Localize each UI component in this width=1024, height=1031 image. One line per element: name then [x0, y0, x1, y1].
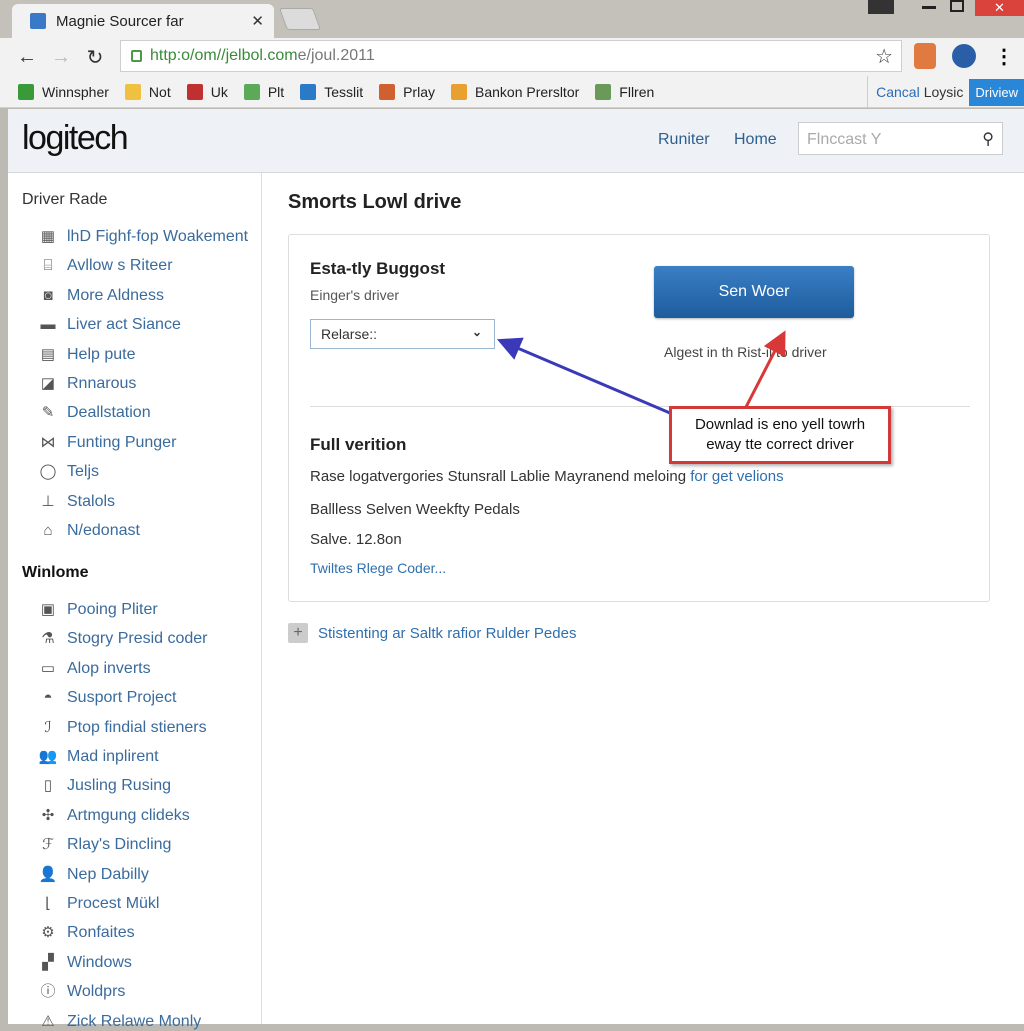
- sidebar-item[interactable]: 👤 Nep Dabilly: [38, 866, 149, 884]
- url-text: http:o/om//jelbol.com: [150, 47, 298, 64]
- sidebar-item-icon: ⓘ: [40, 983, 56, 1001]
- sidebar-item-icon: 👥: [38, 748, 58, 765]
- bookmark-icon: [186, 83, 203, 100]
- sidebar-item-icon: ℐ: [44, 718, 52, 736]
- bookmark-icon: [243, 83, 260, 100]
- bookmark-icon: [595, 83, 612, 100]
- bookmarks-bar: Winnspher Not Uk Plt Tesslit Prlay Bankon Prer…: [0, 76, 1024, 108]
- address-bar[interactable]: http:o/om//jelbol.com e/joul.2011 ☆: [120, 40, 902, 72]
- bookmark-item[interactable]: Winnspher: [18, 83, 109, 100]
- bookmark-item[interactable]: Fllren: [595, 83, 655, 100]
- bookmark-label: Not: [148, 83, 171, 100]
- sidebar-item-label: Procest Mükl: [67, 895, 160, 912]
- close-tab-icon[interactable]: ✕: [251, 12, 264, 30]
- sidebar-item-label: Woldprs: [67, 983, 126, 1001]
- sidebar-item[interactable]: ⓘ Woldprs: [38, 983, 125, 1001]
- bookmark-label: Winnspher: [42, 83, 109, 100]
- sidebar-item[interactable]: ℱ Rlay's Dincling: [38, 836, 171, 854]
- lock-icon: [131, 50, 142, 62]
- sidebar-item-icon: ⚙: [41, 924, 55, 942]
- new-tab-button[interactable]: [278, 8, 322, 30]
- sidebar-item-label: Ptop findial stieners: [67, 718, 207, 736]
- tab-title: Magnie Sourcer far: [56, 12, 184, 30]
- bookmark-item[interactable]: Prlay: [379, 83, 435, 100]
- sidebar-item[interactable]: ⚠ Zick Relawe Monly: [38, 1013, 201, 1031]
- bookmark-label: Bankon Prersltor: [475, 83, 580, 100]
- sidebar-item[interactable]: ℐ Ptop findial stieners: [38, 718, 207, 737]
- sidebar-item[interactable]: ⚙ Ronfaites: [38, 924, 135, 942]
- red-arrow: [744, 330, 786, 408]
- sidebar-item[interactable]: ▯ Jusling Rusing: [38, 777, 171, 795]
- bookmark-icon: [124, 83, 141, 100]
- sidebar-item-icon: ⚠: [41, 1012, 55, 1030]
- bookmark-star-icon[interactable]: ☆: [875, 44, 893, 69]
- sidebar-item[interactable]: 👥 Mad inplirent: [38, 748, 159, 766]
- bookmark-label: Prlay: [403, 83, 435, 100]
- minimize-button[interactable]: [922, 6, 936, 9]
- bookmark-item[interactable]: Bankon Prersltor: [451, 83, 580, 100]
- sidebar-item-label: Windows: [67, 953, 132, 971]
- maximize-button[interactable]: [950, 0, 964, 12]
- bookmark-icon: [18, 83, 34, 100]
- sidebar-item-icon: ⌊: [45, 895, 51, 912]
- sidebar-item-label: Nep Dabilly: [67, 865, 149, 883]
- sidebar-item-label: Artmgung clideks: [67, 806, 190, 824]
- bookmark-item[interactable]: Uk: [186, 83, 228, 100]
- sidebar-item-label: Zick Relawe Monly: [67, 1012, 202, 1030]
- bookmark-label: Fllren: [619, 83, 655, 100]
- sidebar-item-icon: ✣: [41, 806, 55, 824]
- loysic-link[interactable]: Loysic: [924, 84, 964, 100]
- bookmark-label: Uk: [210, 83, 228, 100]
- annotation-callout: Downlad is eno yell towrh eway tte corre…: [669, 406, 891, 464]
- menu-icon[interactable]: ⋮: [994, 44, 1014, 69]
- sidebar-item[interactable]: ✣ Artmgung clideks: [38, 807, 190, 825]
- sidebar-item-label: Rlay's Dincling: [67, 836, 172, 854]
- forward-icon[interactable]: →: [44, 46, 78, 69]
- blue-arrow: [496, 337, 671, 415]
- bookmark-icon: [379, 83, 396, 100]
- favicon-icon: [30, 13, 46, 29]
- sidebar-item-icon: ▞: [42, 953, 54, 971]
- profile-icon[interactable]: [868, 0, 894, 14]
- sidebar-item-icon: 👤: [38, 865, 58, 883]
- sidebar-item[interactable]: ⌊ Procest Mükl: [38, 895, 159, 913]
- url-path: e/joul.2011: [297, 47, 375, 64]
- sidebar-item-icon: ▯: [43, 777, 53, 795]
- cancel-link[interactable]: Cancal: [876, 84, 920, 100]
- sidebar-item-icon: ℱ: [42, 836, 54, 854]
- driview-button[interactable]: Driview: [969, 78, 1024, 106]
- webpage: logitech Runiter Home Flnccast Y ⚲ Driver…: [8, 109, 1024, 1030]
- extension-k-icon[interactable]: [952, 44, 976, 68]
- bookmark-item[interactable]: Not: [124, 83, 171, 100]
- sidebar-item-label: Mad inplirent: [67, 748, 159, 765]
- reload-icon[interactable]: ↻: [78, 45, 112, 70]
- extension-lock-icon[interactable]: [914, 43, 936, 69]
- bookmark-item[interactable]: Tesslit: [300, 83, 364, 100]
- tab-bar: Magnie Sourcer far ✕ ✕: [0, 0, 1024, 38]
- browser-toolbar: ← → ↻ http:o/om//jelbol.com e/joul.2011 ☆…: [0, 38, 1024, 76]
- bookmark-icon: [300, 83, 317, 100]
- close-window-button[interactable]: ✕: [975, 0, 1024, 16]
- bookmark-icon: [451, 83, 467, 100]
- sidebar-item-label: Ronfaites: [67, 924, 135, 942]
- bookmark-label: Plt: [267, 83, 285, 100]
- sidebar-item[interactable]: ▞ Windows: [38, 954, 132, 972]
- browser-tab[interactable]: Magnie Sourcer far ✕: [12, 4, 274, 38]
- bookmark-item[interactable]: Plt: [243, 83, 285, 100]
- sidebar-item-label: Jusling Rusing: [67, 777, 172, 795]
- bookmark-label: Tesslit: [324, 83, 364, 100]
- back-icon[interactable]: ←: [10, 46, 44, 69]
